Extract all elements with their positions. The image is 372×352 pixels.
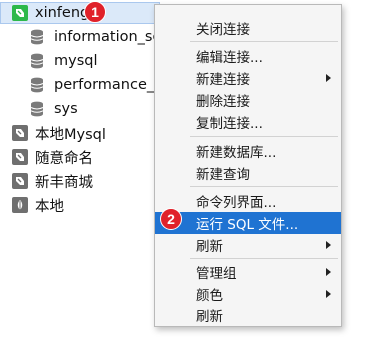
step-badge-1: 1	[84, 1, 106, 23]
menu-item-refresh-submenu[interactable]: 刷新	[155, 234, 341, 256]
menu-item-label: 关闭连接	[196, 22, 250, 38]
tree-node-local-mysql[interactable]: 本地Mysql	[12, 122, 106, 144]
tree-db-information-schema[interactable]: information_sc	[30, 26, 160, 48]
submenu-arrow-icon	[326, 268, 331, 276]
tree-node-xinfeng[interactable]: xinfeng	[12, 2, 89, 24]
connection-label: 本地	[35, 198, 64, 215]
database-icon	[30, 53, 44, 69]
menu-item-refresh[interactable]: 刷新	[155, 304, 341, 326]
database-label: performance_	[54, 77, 155, 93]
mysql-connection-icon	[12, 173, 28, 189]
database-icon	[30, 29, 44, 45]
menu-item-label: 运行 SQL 文件...	[196, 217, 299, 233]
context-menu: 关闭连接 编辑连接... 新建连接 删除连接 复制连接... 新建数据库... …	[154, 4, 342, 327]
menu-separator	[190, 136, 338, 137]
tree-db-performance-schema[interactable]: performance_	[30, 74, 154, 96]
connection-label: 新丰商城	[35, 174, 93, 191]
menu-separator	[190, 186, 338, 187]
menu-item-new-query[interactable]: 新建查询	[155, 162, 341, 184]
mysql-connection-icon	[12, 125, 28, 141]
menu-item-label: 新建数据库...	[196, 145, 277, 161]
menu-item-close-connection[interactable]: 关闭连接	[155, 17, 341, 39]
menu-item-copy-connection[interactable]: 复制连接...	[155, 111, 341, 133]
menu-item-label: 命令列界面...	[196, 195, 277, 211]
menu-item-label: 刷新	[196, 309, 223, 325]
menu-item-label: 颜色	[196, 288, 223, 304]
menu-item-label: 管理组	[196, 266, 237, 282]
mysql-connection-icon	[12, 5, 28, 21]
connection-label: 随意命名	[35, 150, 93, 167]
tree-db-sys[interactable]: sys	[30, 98, 78, 120]
database-icon	[30, 101, 44, 117]
database-label: sys	[54, 101, 78, 117]
menu-item-delete-connection[interactable]: 删除连接	[155, 89, 341, 111]
submenu-arrow-icon	[326, 290, 331, 298]
menu-item-label: 编辑连接...	[196, 50, 263, 66]
menu-item-label: 删除连接	[196, 94, 250, 110]
tree-node-xinfeng-mall[interactable]: 新丰商城	[12, 170, 93, 192]
database-icon	[30, 77, 44, 93]
menu-item-manage-group[interactable]: 管理组	[155, 261, 341, 283]
menu-item-label: 刷新	[196, 239, 223, 255]
mysql-connection-icon	[12, 149, 28, 165]
connection-label: 本地Mysql	[35, 126, 106, 143]
menu-item-label: 新建查询	[196, 167, 250, 183]
connection-label: xinfeng	[35, 5, 90, 21]
tree-node-local[interactable]: 本地	[12, 194, 64, 216]
menu-item-command-line[interactable]: 命令列界面...	[155, 190, 341, 212]
menu-item-edit-connection[interactable]: 编辑连接...	[155, 45, 341, 67]
mongodb-connection-icon	[12, 197, 28, 213]
menu-item-new-connection[interactable]: 新建连接	[155, 67, 341, 89]
menu-separator	[190, 258, 338, 259]
menu-separator	[190, 41, 338, 42]
menu-item-run-sql-file[interactable]: 运行 SQL 文件...	[155, 212, 341, 234]
submenu-arrow-icon	[326, 74, 331, 82]
tree-db-mysql[interactable]: mysql	[30, 50, 98, 72]
menu-item-label: 新建连接	[196, 72, 250, 88]
database-label: information_sc	[54, 29, 161, 45]
menu-item-color[interactable]: 颜色	[155, 283, 341, 305]
menu-item-new-database[interactable]: 新建数据库...	[155, 140, 341, 162]
tree-node-random-name[interactable]: 随意命名	[12, 146, 93, 168]
step-badge-2: 2	[160, 208, 182, 230]
submenu-arrow-icon	[326, 241, 331, 249]
menu-item-label: 复制连接...	[196, 116, 263, 132]
database-label: mysql	[54, 53, 98, 69]
